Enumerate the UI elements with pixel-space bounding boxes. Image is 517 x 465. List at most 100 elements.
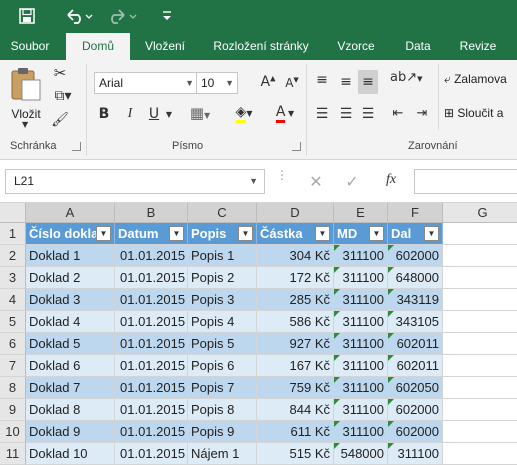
paste-button[interactable]: Vložit ▼ — [8, 66, 44, 129]
row-header[interactable]: 6 — [0, 333, 26, 355]
undo-icon[interactable] — [62, 6, 96, 26]
table-cell[interactable]: 01.01.2015 — [115, 333, 188, 355]
table-cell[interactable]: 343119 — [388, 289, 443, 311]
tab-formulas[interactable]: Vzorce — [330, 33, 382, 60]
tab-file[interactable]: Soubor — [4, 33, 56, 60]
table-cell[interactable]: Doklad 9 — [26, 421, 115, 443]
table-cell[interactable]: 343105 — [388, 311, 443, 333]
tab-home[interactable]: Domů — [66, 33, 130, 61]
row-header[interactable]: 10 — [0, 421, 26, 443]
align-top-icon[interactable]: ≡ — [312, 72, 332, 88]
table-header-cell[interactable]: Částka ▼ — [257, 223, 334, 245]
table-cell[interactable]: Popis 6 — [188, 355, 257, 377]
tab-review[interactable]: Revize — [452, 33, 504, 60]
align-right-icon[interactable]: ☰ — [358, 106, 378, 122]
table-cell[interactable]: 01.01.2015 — [115, 443, 188, 465]
filter-dropdown-icon[interactable]: ▼ — [96, 226, 111, 241]
empty-cell[interactable] — [443, 421, 517, 443]
empty-cell[interactable] — [443, 333, 517, 355]
decrease-font-size-icon[interactable]: A▼ — [282, 76, 302, 90]
table-cell[interactable]: 311100 — [334, 377, 388, 399]
filter-dropdown-icon[interactable]: ▼ — [369, 226, 384, 241]
table-cell[interactable]: 01.01.2015 — [115, 355, 188, 377]
enter-icon[interactable]: ✓ — [342, 172, 362, 191]
row-header[interactable]: 1 — [0, 223, 26, 245]
table-cell[interactable]: 311100 — [334, 245, 388, 267]
table-cell[interactable]: 01.01.2015 — [115, 421, 188, 443]
table-cell[interactable]: 311100 — [334, 289, 388, 311]
more-options-icon[interactable]: ⋮ — [276, 169, 288, 181]
table-cell[interactable]: 01.01.2015 — [115, 399, 188, 421]
table-cell[interactable]: 602000 — [388, 245, 443, 267]
redo-icon[interactable] — [106, 6, 140, 26]
align-left-icon[interactable]: ☰ — [312, 106, 332, 122]
align-middle-icon[interactable]: ≡ — [336, 74, 356, 90]
cut-icon[interactable]: ✂ — [50, 64, 70, 82]
filter-dropdown-icon[interactable]: ▼ — [169, 226, 184, 241]
table-cell[interactable]: 311100 — [334, 333, 388, 355]
cancel-icon[interactable]: ✕ — [306, 172, 326, 191]
fill-color-icon[interactable]: ◈▼ — [230, 104, 258, 123]
align-bottom-icon[interactable]: ≡ — [358, 70, 378, 94]
table-cell[interactable]: 304 Kč — [257, 245, 334, 267]
table-cell[interactable]: 602000 — [388, 399, 443, 421]
table-cell[interactable]: Doklad 8 — [26, 399, 115, 421]
bold-button[interactable]: B — [96, 106, 112, 122]
table-cell[interactable]: 648000 — [388, 267, 443, 289]
column-header-b[interactable]: B — [115, 203, 188, 223]
empty-cell[interactable] — [443, 245, 517, 267]
increase-indent-icon[interactable]: ⇥ — [412, 106, 432, 121]
row-header[interactable]: 2 — [0, 245, 26, 267]
tab-data[interactable]: Data — [396, 33, 440, 60]
column-header-a[interactable]: A — [26, 203, 115, 223]
save-icon[interactable] — [16, 6, 38, 26]
table-cell[interactable]: Popis 5 — [188, 333, 257, 355]
merge-center-button[interactable]: ⊞ Sloučit a — [444, 106, 517, 126]
row-header[interactable]: 8 — [0, 377, 26, 399]
column-header-f[interactable]: F — [388, 203, 443, 223]
empty-cell[interactable] — [443, 223, 517, 245]
borders-icon[interactable]: ▦▼ — [186, 104, 214, 122]
wrap-text-button[interactable]: ⤶ Zalamova — [444, 72, 517, 92]
row-header[interactable]: 11 — [0, 443, 26, 465]
table-cell[interactable]: 515 Kč — [257, 443, 334, 465]
copy-icon[interactable]: ⧉▾ — [50, 88, 76, 104]
orientation-icon[interactable]: ab↗▼ — [390, 70, 423, 85]
table-cell[interactable]: 01.01.2015 — [115, 311, 188, 333]
font-dialog-launcher[interactable] — [292, 142, 301, 151]
table-cell[interactable]: Popis 4 — [188, 311, 257, 333]
table-cell[interactable]: 01.01.2015 — [115, 289, 188, 311]
format-painter-icon[interactable]: 🖌 — [50, 112, 70, 128]
table-cell[interactable]: 602011 — [388, 355, 443, 377]
empty-cell[interactable] — [443, 355, 517, 377]
font-color-icon[interactable]: A ▼ — [270, 104, 300, 123]
filter-dropdown-icon[interactable]: ▼ — [315, 226, 330, 241]
row-header[interactable]: 3 — [0, 267, 26, 289]
table-cell[interactable]: Popis 1 — [188, 245, 257, 267]
empty-cell[interactable] — [443, 267, 517, 289]
table-cell[interactable]: 927 Kč — [257, 333, 334, 355]
table-cell[interactable]: 602050 — [388, 377, 443, 399]
table-cell[interactable]: 586 Kč — [257, 311, 334, 333]
font-name-select[interactable]: Arial ▼ — [94, 72, 198, 94]
table-cell[interactable]: 759 Kč — [257, 377, 334, 399]
increase-font-size-icon[interactable]: A▲ — [258, 74, 278, 90]
table-cell[interactable]: Popis 8 — [188, 399, 257, 421]
table-cell[interactable]: Doklad 6 — [26, 355, 115, 377]
customize-icon[interactable] — [158, 6, 176, 26]
tab-insert[interactable]: Vložení — [136, 33, 194, 60]
column-header-d[interactable]: D — [257, 203, 334, 223]
table-cell[interactable]: Nájem 1 — [188, 443, 257, 465]
clipboard-dialog-launcher[interactable] — [72, 142, 81, 151]
table-cell[interactable]: 602011 — [388, 333, 443, 355]
table-header-cell[interactable]: Dal ▼ — [388, 223, 443, 245]
table-cell[interactable]: Popis 9 — [188, 421, 257, 443]
table-cell[interactable]: 285 Kč — [257, 289, 334, 311]
table-cell[interactable]: Doklad 3 — [26, 289, 115, 311]
table-cell[interactable]: 311100 — [334, 267, 388, 289]
table-cell[interactable]: 548000 — [334, 443, 388, 465]
empty-cell[interactable] — [443, 377, 517, 399]
column-header-e[interactable]: E — [334, 203, 388, 223]
formula-input[interactable] — [414, 169, 517, 194]
underline-button[interactable]: U — [146, 106, 162, 122]
